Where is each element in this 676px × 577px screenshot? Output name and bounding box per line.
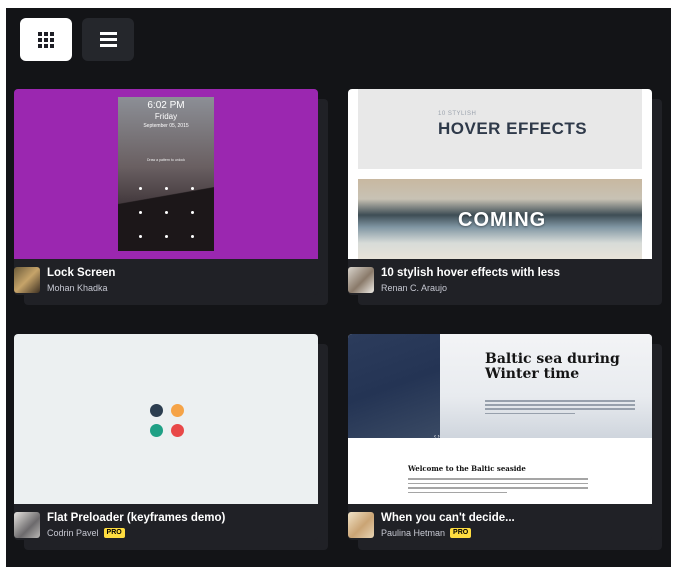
- avatar[interactable]: [14, 267, 40, 293]
- card-title[interactable]: 10 stylish hover effects with less: [381, 267, 560, 279]
- card-title[interactable]: Flat Preloader (keyframes demo): [47, 512, 225, 524]
- grid-icon: [38, 31, 54, 48]
- pen-grid-panel: 6:02 PM Friday September 05, 2015 Draw a…: [6, 8, 671, 567]
- list-icon: [99, 32, 117, 47]
- preview-hint: Draw a pattern to unlock: [147, 158, 185, 162]
- card-lock-screen[interactable]: 6:02 PM Friday September 05, 2015 Draw a…: [14, 89, 328, 305]
- card-title[interactable]: Lock Screen: [47, 267, 115, 279]
- lockscreen-preview: 6:02 PM Friday September 05, 2015 Draw a…: [118, 97, 214, 251]
- preloader-dot: [171, 404, 184, 417]
- preview-date: September 05, 2015: [143, 123, 189, 129]
- preview-heading: HOVER EFFECTS: [438, 119, 588, 138]
- avatar[interactable]: [348, 267, 374, 293]
- preview-coming: COMING: [458, 209, 547, 231]
- card-thumbnail[interactable]: [14, 334, 318, 504]
- card-author[interactable]: Mohan Khadka: [47, 283, 108, 293]
- card-author[interactable]: Paulina Hetman: [381, 528, 445, 538]
- pro-badge: PRO: [450, 528, 472, 538]
- card-flat-preloader[interactable]: Flat Preloader (keyframes demo) Codrin P…: [14, 334, 328, 550]
- card-baltic-sea[interactable]: Baltic sea during Winter time ‹ › Welcom…: [348, 334, 662, 550]
- card-thumbnail[interactable]: 6:02 PM Friday September 05, 2015 Draw a…: [14, 89, 318, 259]
- preview-subtitle: Welcome to the Baltic seaside: [408, 464, 526, 473]
- preview-day: Friday: [154, 112, 178, 121]
- preloader-dot: [150, 404, 163, 417]
- preview-time: 6:02 PM: [147, 100, 185, 111]
- card-thumbnail[interactable]: 10 STYLISH HOVER EFFECTS COMING: [348, 89, 652, 259]
- card-author[interactable]: Codrin Pavel: [47, 528, 99, 538]
- preloader-dot: [150, 424, 163, 437]
- card-title[interactable]: When you can't decide...: [381, 512, 515, 524]
- card-author[interactable]: Renan C. Araujo: [381, 283, 447, 293]
- pro-badge: PRO: [103, 528, 125, 538]
- avatar[interactable]: [14, 512, 40, 538]
- preview-title: Baltic sea during Winter time: [485, 351, 620, 382]
- preloader-dot: [171, 424, 184, 437]
- grid-view-button[interactable]: [20, 18, 72, 61]
- card-thumbnail[interactable]: Baltic sea during Winter time ‹ › Welcom…: [348, 334, 652, 504]
- avatar[interactable]: [348, 512, 374, 538]
- card-hover-effects[interactable]: 10 STYLISH HOVER EFFECTS COMING 10 styli…: [348, 89, 662, 305]
- preview-subtitle: 10 STYLISH: [438, 111, 477, 117]
- list-view-button[interactable]: [82, 18, 134, 61]
